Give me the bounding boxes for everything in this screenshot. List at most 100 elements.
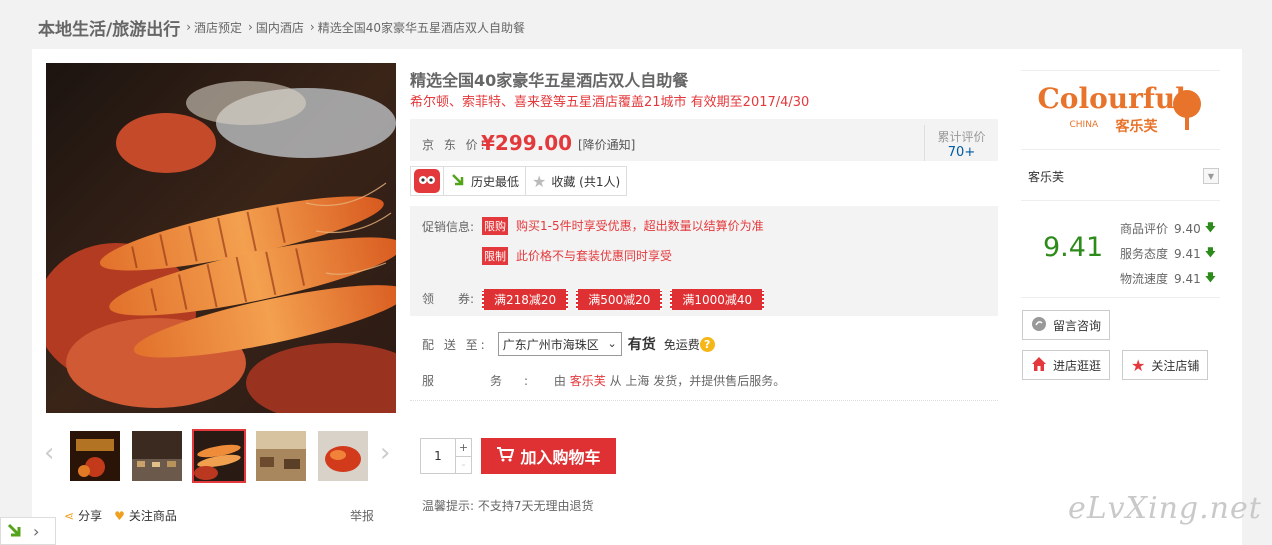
consult-label: 留言咨询 [1053,318,1102,333]
follow-product-link[interactable]: 关注商品 [129,507,177,524]
shop-ratings: 商品评价 9.40 🡇 服务态度 9.41 🡇 物流速度 9.41 🡇 [1120,216,1216,291]
thumbnail-buffet-hall[interactable] [130,429,184,483]
download-arrow-icon [1,518,29,544]
cart-icon [496,445,515,467]
rating-value: 9.40 [1174,221,1201,236]
divider [1021,200,1220,201]
delivery-row: 配 送 至: 广东广州市海珠区 ⌄ 有货 免运费 ? [422,332,715,356]
stock-status: 有货 [627,337,656,353]
rating-value: 9.41 [1174,246,1201,261]
chevron-down-icon[interactable]: ▼ [1203,168,1219,184]
review-count-box[interactable]: 累计评价 70+ [924,125,998,161]
region-select[interactable]: 广东广州市海珠区 ⌄ [497,332,622,356]
share-link[interactable]: 分享 [78,507,102,524]
rating-row: 服务态度 9.41 🡇 [1120,241,1216,266]
service-label: 服 务: [422,374,551,388]
thumbnail-restaurant-interior[interactable] [254,429,308,483]
shop-logo-text: Colourful [1037,82,1186,115]
share-follow-row: ⋖ 分享 ♥ 关注商品 举报 [64,507,374,524]
promo-tag: 限制 [482,247,508,265]
history-favorite-row: 历史最低 ★ 收藏 (共1人) [410,166,628,196]
thumbnail-grilled-prawns[interactable] [192,429,246,483]
mascot-icon [410,166,443,196]
rating-value: 9.41 [1174,271,1201,286]
follow-shop-button[interactable]: ★ 关注店铺 [1122,350,1209,380]
shop-score: 9.41 [1043,232,1104,263]
home-icon [1031,356,1047,375]
service-suffix: 从 上海 发货，并提供售后服务。 [609,374,786,388]
quantity-increase-button[interactable]: + [456,439,471,457]
watermark: eLvXing.net [1068,491,1262,526]
quantity-controls: + - [455,439,471,473]
star-icon: ★ [532,171,547,191]
promo-tag: 限购 [482,217,508,235]
breadcrumb-item-domestic-hotel[interactable]: 国内酒店 [256,19,304,36]
breadcrumb-item-current: 精选全国40家豪华五星酒店双人自助餐 [317,20,525,35]
shop-logo-sub: CHINA [1069,120,1099,130]
heart-icon: ♥ [114,508,125,523]
rating-label: 服务态度 [1120,247,1169,261]
consult-button[interactable]: 留言咨询 [1022,310,1111,340]
thumbnail-lobster-dish[interactable] [316,429,370,483]
history-low-button[interactable]: 历史最低 [443,166,527,196]
service-prefix: 由 [553,374,566,388]
gallery-next-arrow-icon[interactable]: › [380,438,390,468]
service-shop-link[interactable]: 客乐芙 [570,374,606,388]
region-value: 广东广州市海珠区 [502,337,599,352]
help-icon[interactable]: ? [699,336,715,352]
chevron-right-icon: › [186,20,192,34]
favorite-label: 收藏 (共1人) [551,174,621,189]
price-label: 京 东 价: [422,138,488,152]
favorite-button[interactable]: ★ 收藏 (共1人) [526,166,628,196]
gallery-prev-arrow-icon[interactable]: ‹ [44,438,54,468]
thumbnail-hotel-poster[interactable] [68,429,122,483]
promo-item: 限购 购买1-5件时享受优惠，超出数量以结算价为准 [482,217,764,235]
floating-side-tab[interactable]: › [0,517,56,545]
coupon-list: 满218减20 满500减20 满1000减40 [482,289,772,310]
chevron-right-icon: › [248,20,253,34]
history-low-label: 历史最低 [471,174,520,189]
rating-label: 物流速度 [1120,272,1169,286]
breadcrumb: 本地生活/旅游出行 › 酒店预定 › 国内酒店 › 精选全国40家豪华五星酒店双… [38,14,525,40]
price-box: 京 东 价: ¥299.00 [降价通知] 累计评价 70+ [410,119,998,161]
coupon-1000-40[interactable]: 满1000减40 [670,289,765,310]
rating-row: 物流速度 9.41 🡇 [1120,266,1216,291]
quantity-decrease-button[interactable]: - [456,457,471,474]
review-count[interactable]: 70+ [925,145,998,160]
arrow-down-icon: 🡇 [1204,271,1217,284]
main-product-image[interactable] [46,63,396,413]
chevron-right-icon: › [33,521,40,541]
chevron-right-icon: › [309,20,315,34]
add-to-cart-label: 加入购物车 [520,448,601,467]
promo-item: 限制 此价格不与套装优惠同时享受 [482,247,672,265]
coupon-218-20[interactable]: 满218减20 [482,289,569,310]
breadcrumb-item-hotel-booking[interactable]: 酒店预定 [194,19,242,36]
star-icon: ★ [1131,355,1146,375]
chevron-down-icon: ⌄ [607,337,617,350]
product-title: 精选全国40家豪华五星酒店双人自助餐 [410,71,689,90]
add-to-cart-button[interactable]: 加入购物车 [481,438,616,474]
breadcrumb-root[interactable]: 本地生活/旅游出行 [38,15,180,40]
divider [410,400,998,401]
shop-name[interactable]: 客乐芙 [1028,168,1064,185]
warm-tip: 温馨提示: 不支持7天无理由退货 [422,499,594,513]
promo-text: 购买1-5件时享受优惠，超出数量以结算价为准 [516,219,764,233]
coupon-label: 领 券: [422,292,475,306]
product-subtitle: 希尔顿、索菲特、喜来登等五星酒店覆盖21城市 有效期至2017/4/30 [410,95,810,110]
shop-logo[interactable]: Colourful CHINA 客乐芙 [1021,70,1220,150]
follow-shop-label: 关注店铺 [1151,358,1200,373]
visit-shop-label: 进店逛逛 [1053,358,1102,373]
quantity-input[interactable]: 1 [421,439,455,473]
share-icon: ⋖ [64,508,75,523]
shop-logo-cn: 客乐芙 [1115,119,1158,135]
review-label: 累计评价 [937,130,986,144]
delivery-label: 配 送 至: [422,337,488,352]
promotion-box: 促销信息: 限购 购买1-5件时享受优惠，超出数量以结算价为准 限制 此价格不与套装… [410,206,998,316]
visit-shop-button[interactable]: 进店逛逛 [1022,350,1111,380]
report-link[interactable]: 举报 [350,507,374,524]
tree-icon [1172,90,1201,130]
trend-down-icon [450,172,466,191]
thumbnail-strip [68,429,378,483]
coupon-500-20[interactable]: 满500减20 [576,289,663,310]
price-notify-link[interactable]: [降价通知] [578,136,635,153]
